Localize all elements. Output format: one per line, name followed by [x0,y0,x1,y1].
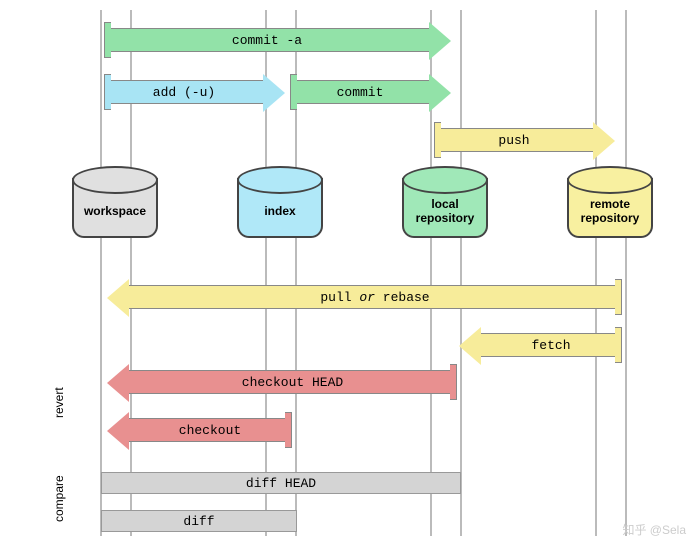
git-workflow-diagram: commit -a add (-u) commit push workspace… [0,0,696,546]
cylinder-label: workspace [84,204,146,218]
bar-diff-head: diff HEAD [101,472,461,494]
arrow-label: add (-u) [105,85,263,100]
bar-label: diff HEAD [246,476,316,491]
bar-label: diff [183,514,214,529]
location-workspace: workspace [72,178,158,238]
watermark: 知乎 @Sela [622,521,686,538]
arrow-label: push [435,133,593,148]
cylinder-label: index [264,204,295,218]
arrow-label: commit [291,85,429,100]
arrow-commit: commit [290,80,430,104]
arrow-label: fetch [481,338,621,353]
bar-diff: diff [101,510,297,532]
arrow-pull-rebase: pull or rebase [128,285,622,309]
cylinder-label: remote repository [569,197,651,226]
location-local-repository: local repository [402,178,488,238]
location-index: index [237,178,323,238]
arrow-label: pull or rebase [129,290,621,305]
arrow-label: commit -a [105,33,429,48]
arrow-fetch: fetch [480,333,622,357]
arrow-label: checkout HEAD [129,375,456,390]
location-remote-repository: remote repository [567,178,653,238]
side-label-compare: compare [52,475,66,522]
arrow-push: push [434,128,594,152]
arrow-checkout: checkout [128,418,292,442]
cylinder-label: local repository [404,197,486,226]
side-label-revert: revert [52,387,66,418]
arrow-add: add (-u) [104,80,264,104]
arrow-checkout-head: checkout HEAD [128,370,457,394]
arrow-commit-a: commit -a [104,28,430,52]
arrow-label: checkout [129,423,291,438]
